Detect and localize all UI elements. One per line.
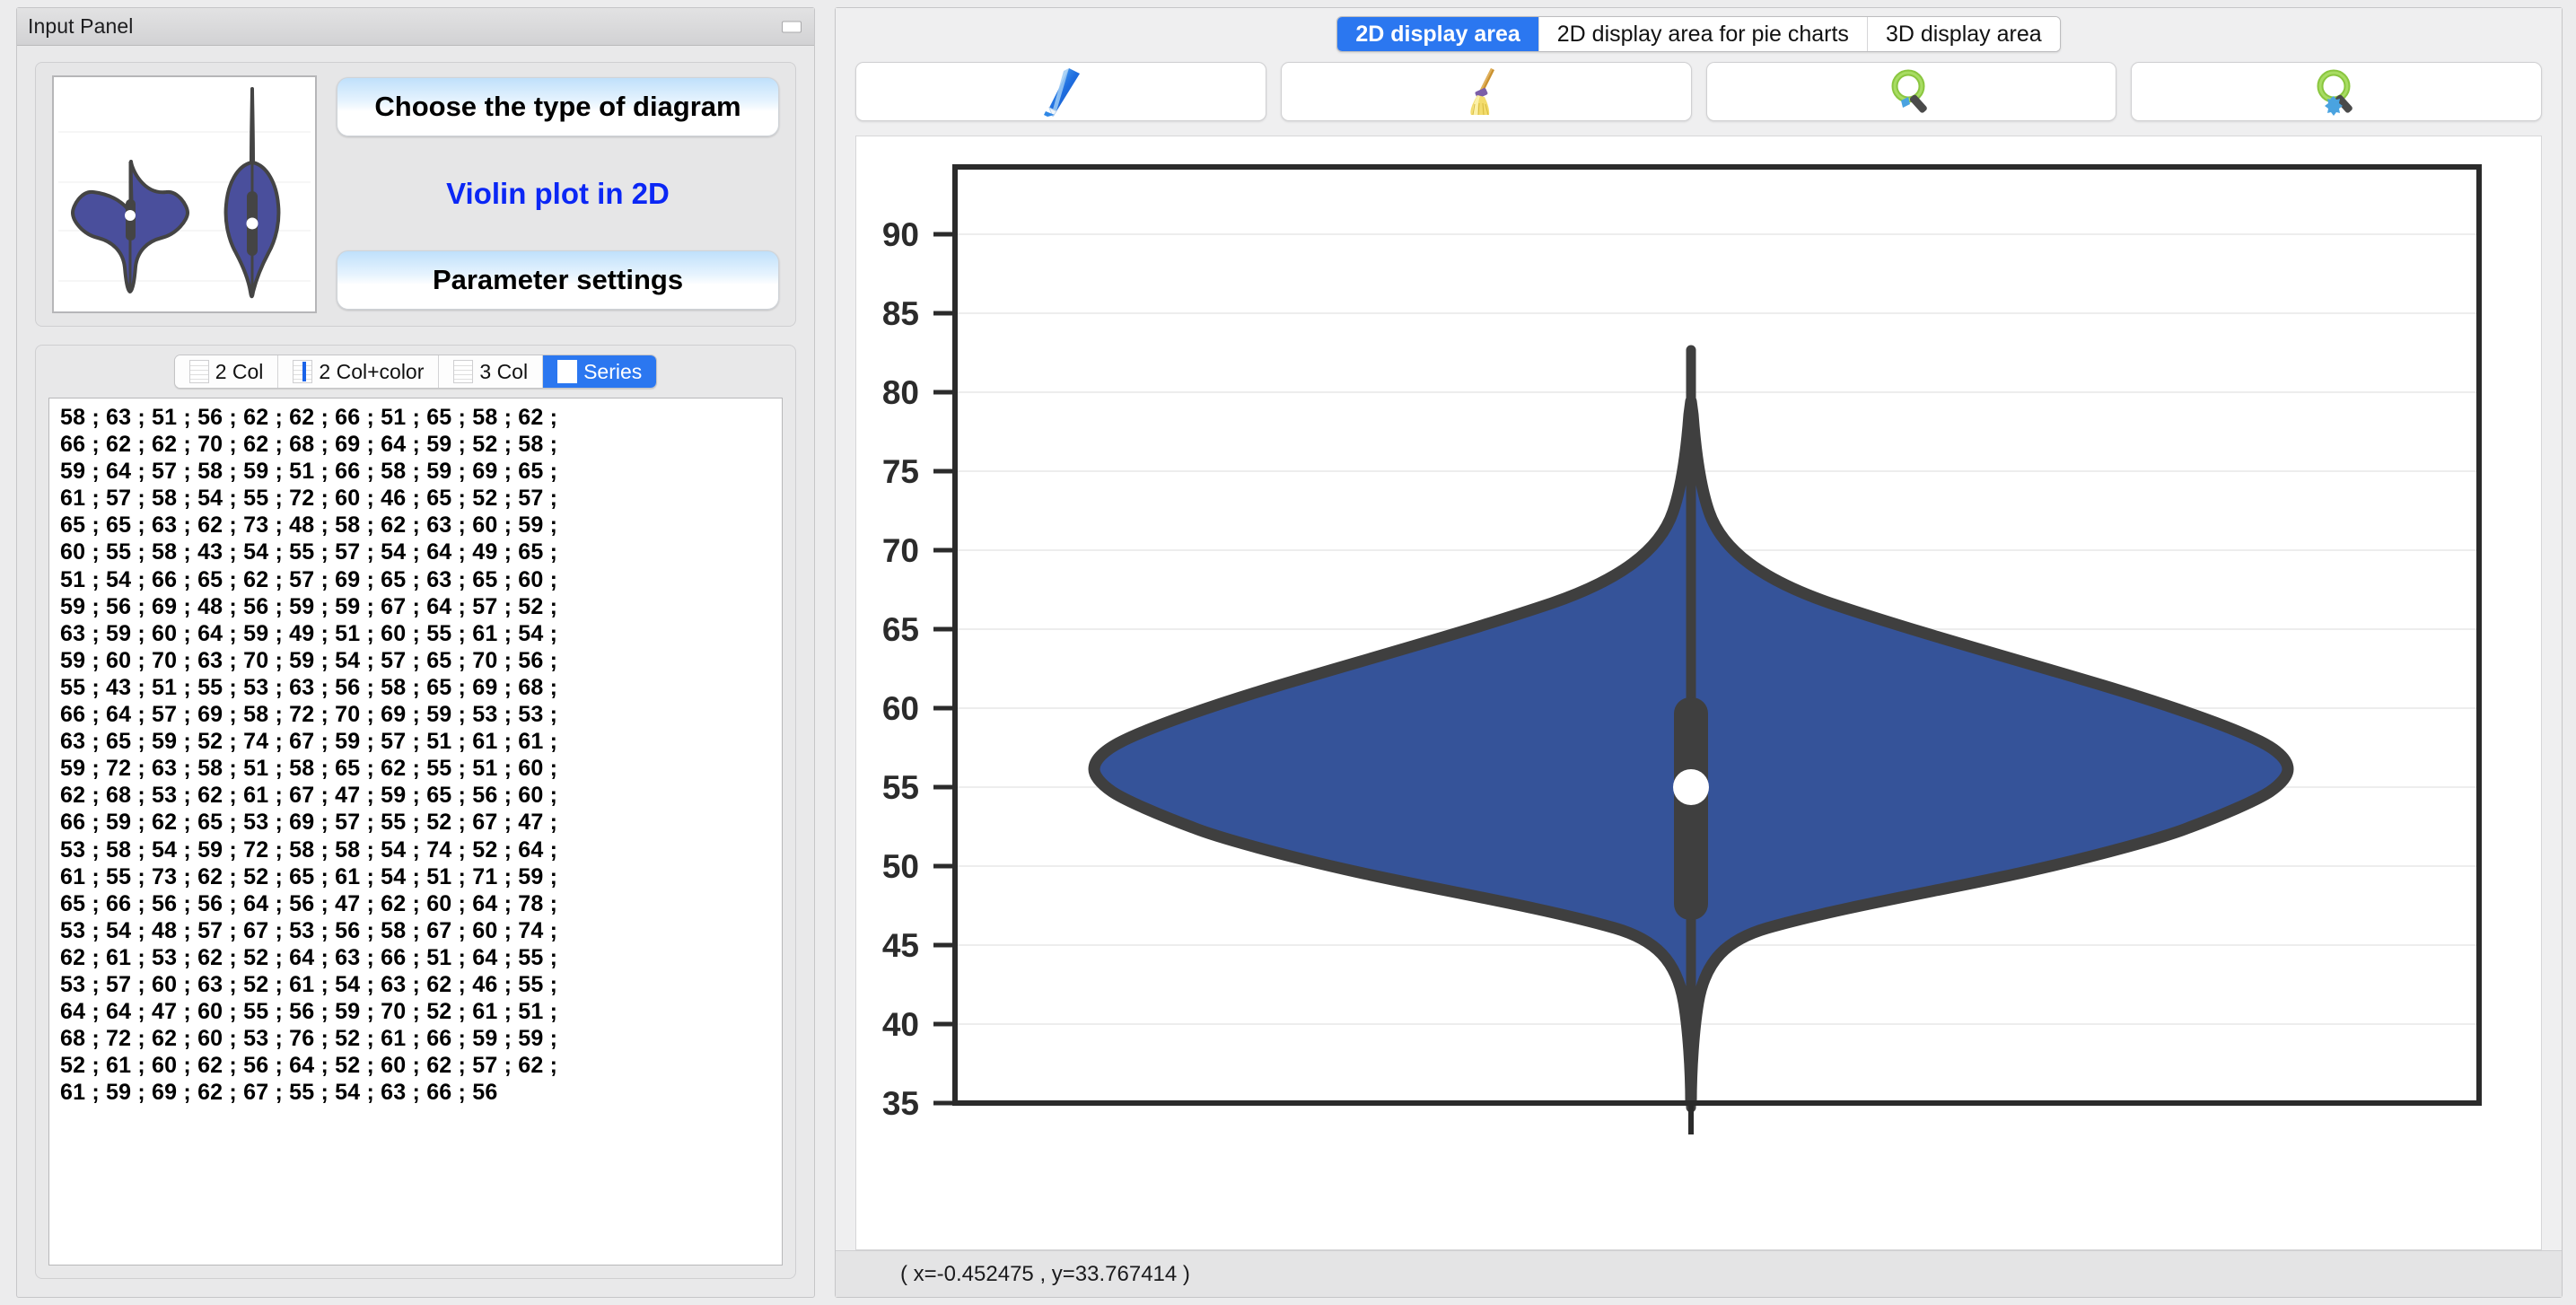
series-data-line: 66 ; 64 ; 57 ; 69 ; 58 ; 72 ; 70 ; 69 ; …: [60, 702, 558, 728]
series-data-line: 63 ; 59 ; 60 ; 64 ; 59 ; 49 ; 51 ; 60 ; …: [60, 620, 558, 646]
format-tab-series-label: Series: [583, 359, 643, 383]
choose-diagram-type-button[interactable]: Choose the type of diagram: [337, 77, 779, 136]
selected-diagram-label: Violin plot in 2D: [446, 177, 670, 210]
series-data-line: 59 ; 64 ; 57 ; 58 ; 59 ; 51 ; 66 ; 58 ; …: [60, 459, 558, 485]
y-tick-label: 75: [882, 453, 919, 490]
series-data-line: 62 ; 68 ; 53 ; 62 ; 61 ; 67 ; 47 ; 59 ; …: [60, 783, 558, 809]
zoom-settings-icon: [2317, 69, 2353, 116]
display-tabs: 2D display area 2D display area for pie …: [1336, 16, 2061, 52]
series-data-line: 53 ; 54 ; 48 ; 57 ; 67 ; 53 ; 56 ; 58 ; …: [60, 917, 558, 943]
series-data-line: 65 ; 66 ; 56 ; 56 ; 64 ; 56 ; 47 ; 62 ; …: [60, 890, 558, 916]
violin-plot-svg: 90 85 80 75 70 65 60 55 50 45 40 35: [856, 136, 2541, 1170]
series-data-line: 58 ; 63 ; 51 ; 56 ; 62 ; 62 ; 66 ; 51 ; …: [60, 405, 558, 430]
table-3col-icon: [453, 360, 474, 383]
diagram-chooser-card: Choose the type of diagram Violin plot i…: [35, 62, 796, 327]
diagram-chooser-controls: Choose the type of diagram Violin plot i…: [337, 75, 779, 313]
chart-toolbar: [836, 55, 2562, 130]
cursor-coordinates-statusbar: ( x=-0.452475 , y=33.767414 ): [836, 1250, 2562, 1297]
series-data-line: 66 ; 62 ; 62 ; 70 ; 62 ; 68 ; 69 ; 64 ; …: [60, 432, 558, 458]
clear-tool-button[interactable]: [1280, 62, 1692, 121]
minimize-icon[interactable]: [782, 21, 802, 32]
input-panel-titlebar: Input Panel: [17, 8, 814, 46]
format-tab-2col-color[interactable]: 2 Col+color: [278, 355, 440, 388]
pen-tool-button[interactable]: [855, 62, 1266, 121]
zoom-out-tool-button[interactable]: [1705, 62, 2117, 121]
table-series-icon: [557, 360, 578, 383]
y-tick-label: 40: [882, 1006, 919, 1043]
tab-2d-display-area-pie-label: 2D display area for pie charts: [1556, 21, 1849, 47]
y-tick-label: 80: [882, 374, 919, 411]
thumbnail-violin-svg: [53, 76, 316, 312]
format-tab-2col-color-label: 2 Col+color: [319, 359, 425, 383]
format-tab-3col[interactable]: 3 Col: [439, 355, 544, 388]
format-tab-series[interactable]: Series: [543, 355, 657, 388]
tab-3d-display-area-label: 3D display area: [1885, 21, 2042, 47]
y-tick-label: 90: [882, 216, 919, 253]
series-data-line: 61 ; 57 ; 58 ; 54 ; 55 ; 72 ; 60 ; 46 ; …: [60, 486, 558, 512]
cursor-coordinates-text: ( x=-0.452475 , y=33.767414 ): [900, 1261, 1190, 1286]
table-2col-color-icon: [293, 360, 313, 383]
display-tabstrip: 2D display area 2D display area for pie …: [836, 8, 2562, 55]
series-data-line: 55 ; 43 ; 51 ; 55 ; 53 ; 63 ; 56 ; 58 ; …: [60, 674, 558, 700]
series-data-line: 59 ; 56 ; 69 ; 48 ; 56 ; 59 ; 59 ; 67 ; …: [60, 593, 558, 619]
y-tick-label: 65: [882, 611, 919, 648]
series-data-line: 59 ; 60 ; 70 ; 63 ; 70 ; 59 ; 54 ; 57 ; …: [60, 647, 558, 673]
tab-2d-display-area-pie[interactable]: 2D display area for pie charts: [1538, 17, 1868, 51]
series-data-line: 64 ; 64 ; 47 ; 60 ; 55 ; 56 ; 59 ; 70 ; …: [60, 999, 558, 1025]
format-tab-2col-label: 2 Col: [215, 359, 264, 383]
y-tick-label: 35: [882, 1085, 919, 1122]
zoom-settings-tool-button[interactable]: [2131, 62, 2542, 121]
zoom-out-icon: [1891, 69, 1928, 113]
series-data-line: 65 ; 65 ; 63 ; 62 ; 73 ; 48 ; 58 ; 62 ; …: [60, 512, 558, 539]
broom-icon: [1470, 68, 1494, 116]
y-tick-label: 50: [882, 848, 919, 885]
input-panel-title: Input Panel: [28, 14, 134, 38]
chart-canvas[interactable]: 90 85 80 75 70 65 60 55 50 45 40 35: [855, 136, 2542, 1250]
data-format-segmented-control: 2 Col 2 Col+color 3 Col Series: [173, 355, 658, 389]
series-data-line: 61 ; 55 ; 73 ; 62 ; 52 ; 65 ; 61 ; 54 ; …: [60, 863, 558, 889]
parameter-settings-button[interactable]: Parameter settings: [337, 250, 779, 310]
series-data-line: 63 ; 65 ; 59 ; 52 ; 74 ; 67 ; 59 ; 57 ; …: [60, 729, 558, 755]
diagram-preview-thumbnail[interactable]: [52, 75, 317, 313]
series-data-line: 61 ; 59 ; 69 ; 62 ; 67 ; 55 ; 54 ; 63 ; …: [60, 1080, 498, 1106]
y-tick-label: 60: [882, 690, 919, 727]
y-tick-label: 55: [882, 769, 919, 806]
series-data-textarea[interactable]: 58 ; 63 ; 51 ; 56 ; 62 ; 62 ; 66 ; 51 ; …: [48, 398, 783, 1266]
series-data-line: 53 ; 57 ; 60 ; 63 ; 52 ; 61 ; 54 ; 63 ; …: [60, 971, 558, 997]
series-data-line: 66 ; 59 ; 62 ; 65 ; 53 ; 69 ; 57 ; 55 ; …: [60, 810, 558, 836]
format-tab-2col[interactable]: 2 Col: [174, 355, 279, 388]
series-data-line: 52 ; 61 ; 60 ; 62 ; 56 ; 64 ; 52 ; 60 ; …: [60, 1053, 558, 1079]
tab-2d-display-area-label: 2D display area: [1355, 21, 1520, 47]
input-panel-body: Choose the type of diagram Violin plot i…: [17, 46, 814, 1297]
display-panel: 2D display area 2D display area for pie …: [835, 7, 2563, 1298]
input-panel: Input Panel Choose the type of diagram V…: [16, 7, 815, 1298]
series-data-line: 68 ; 72 ; 62 ; 60 ; 53 ; 76 ; 52 ; 61 ; …: [60, 1026, 558, 1052]
y-tick-label: 45: [882, 927, 919, 964]
table-2col-icon: [188, 360, 209, 383]
application-window: Input Panel Choose the type of diagram V…: [0, 0, 2576, 1305]
y-tick-label: 85: [882, 295, 919, 332]
tab-2d-display-area[interactable]: 2D display area: [1337, 17, 1539, 51]
tab-3d-display-area[interactable]: 3D display area: [1867, 17, 2060, 51]
series-data-line: 62 ; 61 ; 53 ; 62 ; 52 ; 64 ; 63 ; 66 ; …: [60, 944, 558, 970]
violin-median-dot: [1673, 769, 1709, 805]
data-input-card: 2 Col 2 Col+color 3 Col Series 58 ; 63 ;…: [35, 345, 796, 1279]
series-data-line: 51 ; 54 ; 66 ; 65 ; 62 ; 57 ; 69 ; 65 ; …: [60, 566, 558, 592]
series-data-line: 53 ; 58 ; 54 ; 59 ; 72 ; 58 ; 58 ; 54 ; …: [60, 836, 558, 863]
series-data-line: 60 ; 55 ; 58 ; 43 ; 54 ; 55 ; 57 ; 54 ; …: [60, 539, 558, 565]
format-tab-3col-label: 3 Col: [479, 359, 529, 383]
pen-icon: [1043, 68, 1080, 117]
series-data-line: 59 ; 72 ; 63 ; 58 ; 51 ; 58 ; 65 ; 62 ; …: [60, 756, 558, 782]
violin-iqr-box: [1674, 697, 1708, 920]
y-tick-label: 70: [882, 532, 919, 569]
